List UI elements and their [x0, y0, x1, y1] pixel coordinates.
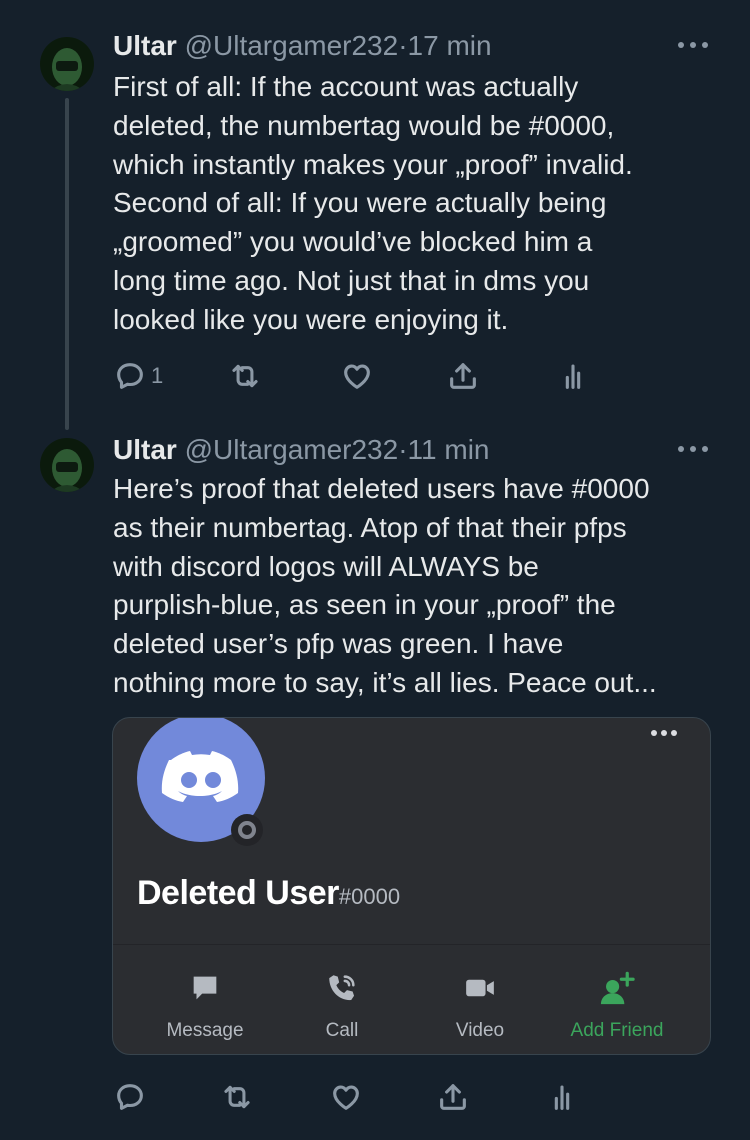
- reply-button[interactable]: 1: [113, 356, 163, 396]
- video-label: Video: [455, 1020, 505, 1041]
- separator: ·: [398, 434, 408, 465]
- thread-line: [65, 98, 69, 430]
- retweet-icon: [224, 1085, 250, 1109]
- offline-status-icon: [231, 814, 263, 846]
- avatar[interactable]: [40, 438, 94, 492]
- reply-button[interactable]: [113, 1077, 151, 1117]
- timestamp[interactable]: 17 min: [408, 30, 492, 61]
- message-label: Message: [166, 1020, 244, 1041]
- author-handle[interactable]: @Ultargamer232: [185, 30, 399, 61]
- share-button[interactable]: [436, 1077, 470, 1117]
- share-icon: [450, 363, 476, 389]
- heart-icon: [333, 1085, 359, 1110]
- analytics-icon: [554, 1085, 570, 1110]
- avatar-image: [50, 48, 84, 91]
- separator: ·: [398, 30, 408, 61]
- heart-icon: [344, 364, 370, 389]
- author-handle[interactable]: @Ultargamer232: [185, 434, 399, 465]
- avatar[interactable]: [40, 37, 94, 91]
- tweet-text: First of all: If the account was actuall…: [113, 71, 633, 335]
- discord-tag: #0000: [338, 884, 401, 909]
- add-friend-button[interactable]: Add Friend: [557, 968, 677, 1042]
- add-friend-label: Add Friend: [570, 1020, 664, 1041]
- attached-image[interactable]: Deleted User#0000 Message Call Video Add…: [112, 717, 711, 1055]
- author-name[interactable]: Ultar: [113, 30, 177, 61]
- tweet-actions: [113, 1077, 713, 1117]
- divider: [113, 944, 710, 945]
- message-button[interactable]: Message: [145, 968, 265, 1042]
- analytics-button[interactable]: [545, 1077, 579, 1117]
- more-options-icon[interactable]: [676, 446, 710, 456]
- retweet-icon: [232, 364, 258, 388]
- like-button[interactable]: [329, 1077, 363, 1117]
- share-button[interactable]: [446, 356, 480, 396]
- share-icon: [440, 1084, 466, 1110]
- reply-icon: [117, 1084, 143, 1110]
- video-icon: [466, 979, 494, 997]
- analytics-button[interactable]: [556, 356, 590, 396]
- tweet-text: Here’s proof that deleted users have #00…: [113, 473, 657, 698]
- more-options-icon[interactable]: [651, 730, 681, 738]
- retweet-button[interactable]: [219, 1077, 255, 1117]
- like-button[interactable]: [340, 356, 374, 396]
- discord-username: Deleted User#0000: [137, 874, 400, 913]
- tweet-actions: 1: [113, 356, 713, 396]
- analytics-icon: [565, 364, 581, 389]
- tweet-header: Ultar @Ultargamer232·11 min: [113, 434, 490, 468]
- retweet-button[interactable]: [227, 356, 263, 396]
- call-button[interactable]: Call: [282, 968, 402, 1042]
- avatar-image: [50, 449, 84, 492]
- video-button[interactable]: Video: [420, 968, 540, 1042]
- reply-count: 1: [151, 363, 164, 388]
- more-options-icon[interactable]: [676, 42, 710, 52]
- tweet-header: Ultar @Ultargamer232·17 min: [113, 30, 492, 64]
- discord-display-name: Deleted User: [137, 874, 339, 912]
- add-friend-icon: [600, 971, 635, 1005]
- author-name[interactable]: Ultar: [113, 434, 177, 465]
- call-label: Call: [325, 1020, 359, 1041]
- call-icon: [329, 975, 355, 1001]
- reply-icon: [117, 363, 143, 389]
- message-icon: [193, 976, 217, 1000]
- timestamp[interactable]: 11 min: [408, 434, 490, 465]
